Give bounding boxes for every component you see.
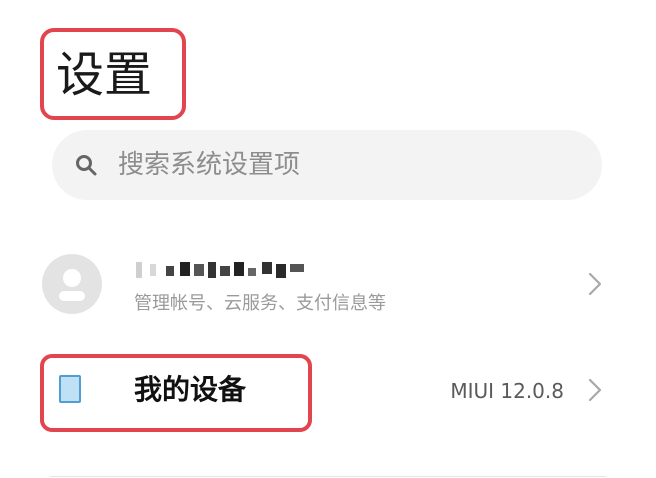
- account-subtitle: 管理帐号、云服务、支付信息等: [134, 293, 386, 314]
- account-row[interactable]: 管理帐号、云服务、支付信息等: [0, 236, 656, 336]
- device-highlight-box: [40, 354, 312, 432]
- search-icon: [76, 155, 97, 176]
- search-placeholder: 搜索系统设置项: [118, 150, 301, 180]
- chevron-right-icon: [588, 378, 602, 402]
- user-avatar-icon: [42, 254, 102, 314]
- divider: [50, 476, 606, 477]
- chevron-right-icon: [588, 272, 602, 296]
- account-name-obscured: [136, 258, 312, 282]
- search-bar[interactable]: 搜索系统设置项: [52, 130, 602, 200]
- miui-version: MIUI 12.0.8: [450, 379, 564, 403]
- title-highlight-box: [40, 28, 186, 120]
